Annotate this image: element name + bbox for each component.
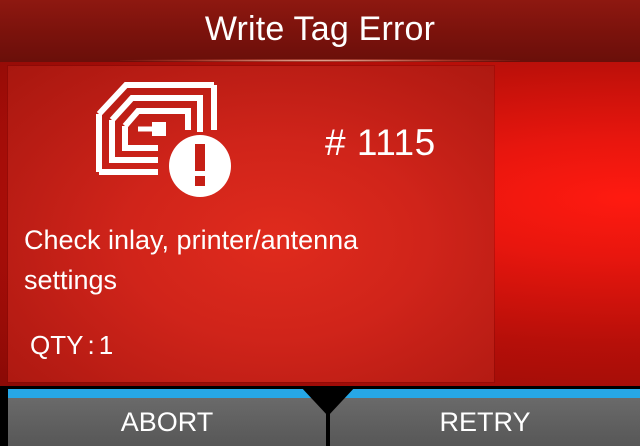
quantity-value: 1 [98, 330, 114, 360]
page-title: Write Tag Error [204, 9, 436, 48]
retry-button[interactable]: RETRY [330, 398, 640, 446]
rfid-tag-error-icon [96, 82, 236, 200]
center-notch-indicator [300, 386, 356, 416]
error-message: Check inlay, printer/antenna settings [24, 220, 484, 300]
quantity-label: QTY [30, 330, 84, 360]
quantity-separator: : [87, 330, 95, 360]
error-message-line: settings [24, 265, 118, 295]
title-bar: Write Tag Error [0, 0, 640, 62]
quantity-readout: QTY : 1 [30, 330, 113, 361]
retry-button-label: RETRY [439, 406, 531, 437]
error-code: # 1115 [325, 122, 436, 163]
abort-button[interactable]: ABORT [8, 398, 326, 446]
printer-display: Write Tag Error # 1115 Check inlay, prin… [0, 0, 640, 446]
error-message-line: Check inlay, printer/antenna [24, 225, 359, 255]
abort-button-label: ABORT [120, 406, 214, 437]
